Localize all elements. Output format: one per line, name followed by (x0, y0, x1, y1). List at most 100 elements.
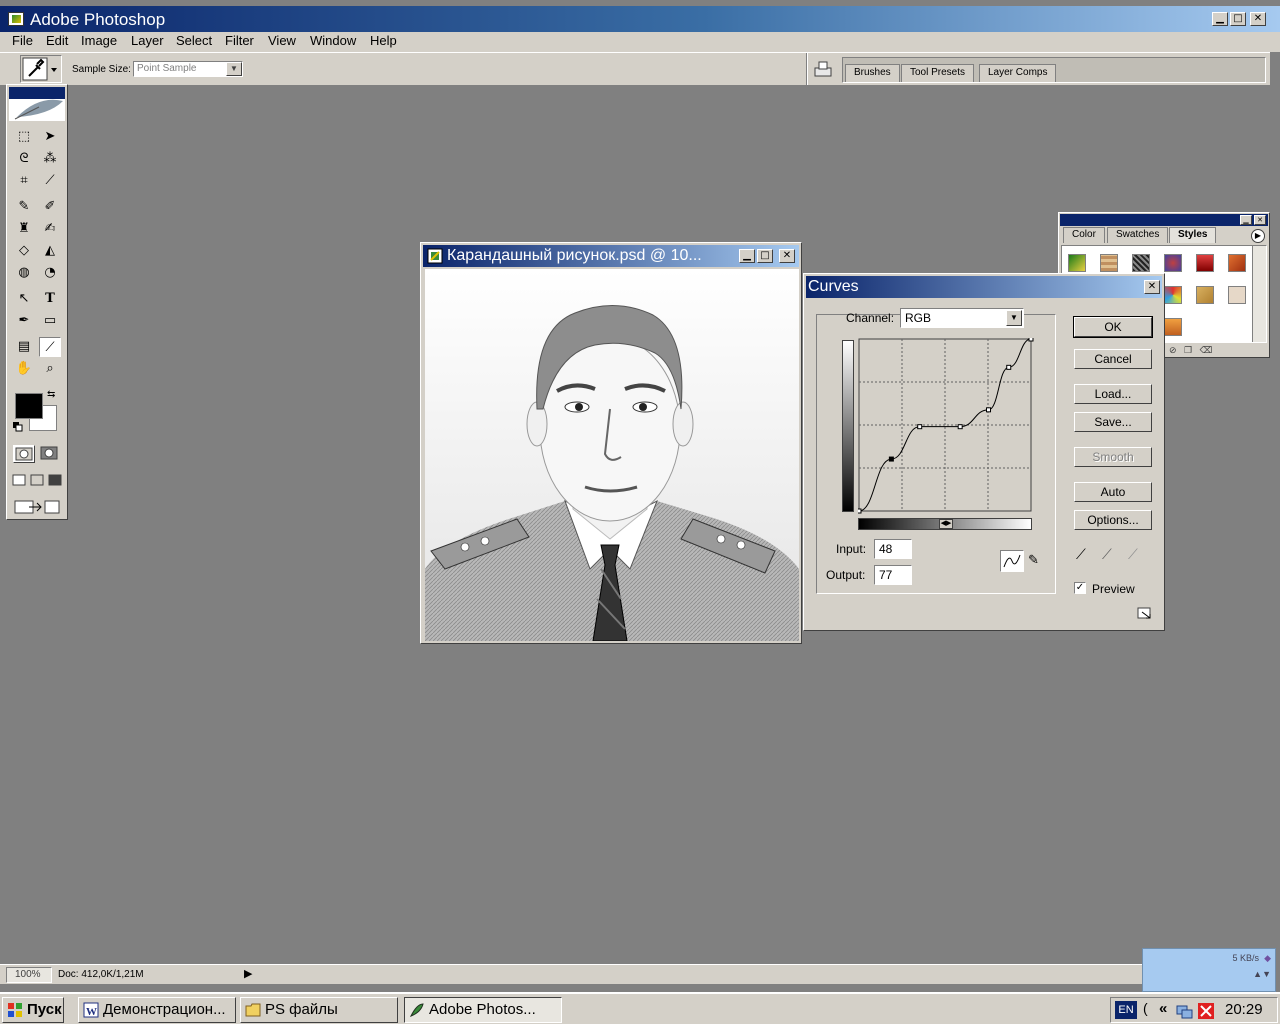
feather-logo-icon[interactable] (9, 87, 65, 121)
palette-tab-swatches[interactable]: Swatches (1107, 227, 1169, 243)
screen-mode-icons[interactable] (11, 473, 63, 489)
curve-control-point[interactable] (1028, 338, 1034, 342)
eyedropper-tool-icon[interactable]: ⟋ (39, 337, 61, 357)
slice-tool-icon[interactable]: ⟋ (39, 171, 61, 191)
pen-tool-icon[interactable]: ✒ (13, 311, 35, 331)
curves-dialog[interactable]: Curves ✕ Channel: RGB ▼ ◀▶ Input: 48 Out… (803, 273, 1165, 631)
style-swatch[interactable] (1068, 254, 1086, 272)
save-button[interactable]: Save... (1074, 412, 1152, 432)
clone-stamp-tool-icon[interactable]: ♜ (13, 219, 35, 239)
style-swatch[interactable] (1132, 254, 1150, 272)
menu-help[interactable]: Help (370, 33, 397, 48)
paint-bucket-tool-icon[interactable]: ◭ (39, 241, 61, 261)
style-swatch[interactable] (1164, 286, 1182, 304)
jump-to-imageready-icon[interactable] (13, 497, 63, 517)
curve-smooth-tool-icon[interactable] (1000, 550, 1024, 572)
blur-tool-icon[interactable]: ◍ (13, 263, 35, 283)
smooth-button[interactable]: Smooth (1074, 447, 1152, 467)
style-swatch[interactable] (1228, 286, 1246, 304)
rectangular-marquee-tool-icon[interactable]: ⬚ (13, 127, 35, 147)
palette-footer-icons[interactable]: ⊘ ❐ ⌫ (1169, 345, 1259, 357)
ok-button[interactable]: OK (1073, 316, 1153, 338)
black-point-eyedropper-icon[interactable]: ⟋ (1076, 546, 1096, 566)
menu-select[interactable]: Select (176, 33, 212, 48)
sample-size-select[interactable]: Point Sample ▼ (133, 61, 243, 77)
menu-image[interactable]: Image (81, 33, 117, 48)
preview-checkbox[interactable]: ✓ (1074, 582, 1086, 594)
palette-tab-color[interactable]: Color (1063, 227, 1105, 243)
document-title-bar[interactable]: Карандашный рисунок.psd @ 10... ▁ □ ✕ (423, 245, 799, 267)
style-swatch[interactable] (1164, 318, 1182, 336)
taskbar-item-word[interactable]: W Демонстрацион... (78, 997, 236, 1023)
notes-tool-icon[interactable]: ▤ (13, 337, 35, 357)
style-swatch[interactable] (1228, 254, 1246, 272)
curves-close-button[interactable]: ✕ (1144, 280, 1160, 294)
start-button[interactable]: Пуск (2, 997, 64, 1023)
white-point-eyedropper-icon[interactable]: ⟋ (1128, 546, 1148, 566)
options-button[interactable]: Options... (1074, 510, 1152, 530)
antivirus-tray-icon[interactable] (1197, 1002, 1215, 1020)
palette-title-bar[interactable]: ▁ ✕ (1060, 214, 1268, 226)
zoom-tool-icon[interactable]: ⌕ (39, 359, 61, 379)
palette-well-icon[interactable] (812, 59, 834, 79)
menu-view[interactable]: View (268, 33, 296, 48)
menu-filter[interactable]: Filter (225, 33, 254, 48)
menu-layer[interactable]: Layer (131, 33, 164, 48)
style-swatch[interactable] (1196, 254, 1214, 272)
eraser-tool-icon[interactable]: ◇ (13, 241, 35, 261)
language-indicator[interactable]: EN (1115, 1001, 1137, 1019)
cancel-button[interactable]: Cancel (1074, 349, 1152, 369)
hand-tool-icon[interactable]: ✋ (13, 359, 35, 379)
menu-edit[interactable]: Edit (46, 33, 68, 48)
network-tray-icon[interactable] (1175, 1002, 1193, 1020)
document-canvas[interactable] (425, 269, 799, 641)
brush-tool-icon[interactable]: ✐ (39, 197, 61, 217)
curves-title-bar[interactable]: Curves ✕ (806, 276, 1162, 298)
default-colors-icon[interactable] (13, 421, 23, 432)
palette-tab-styles[interactable]: Styles (1169, 227, 1217, 243)
document-close-button[interactable]: ✕ (779, 249, 795, 263)
styles-scrollbar[interactable] (1252, 246, 1266, 342)
taskbar-item-folder[interactable]: PS файлы (240, 997, 398, 1023)
taskbar-item-photoshop[interactable]: Adobe Photos... (404, 997, 562, 1023)
gradient-toggle-icon[interactable]: ◀▶ (939, 519, 953, 529)
output-field[interactable]: 77 (874, 565, 912, 585)
curve-control-point[interactable] (1006, 364, 1012, 370)
document-minimize-button[interactable]: ▁ (739, 249, 755, 263)
maximize-button[interactable]: □ (1230, 12, 1246, 26)
style-swatch[interactable] (1196, 286, 1214, 304)
expand-dialog-icon[interactable] (1136, 606, 1154, 622)
standard-mode-icon[interactable] (13, 445, 35, 463)
status-menu-arrow-icon[interactable]: ▶ (244, 967, 252, 980)
style-swatch[interactable] (1164, 254, 1182, 272)
curves-graph[interactable] (858, 338, 1034, 514)
swap-colors-icon[interactable]: ⇆ (47, 389, 55, 400)
show-hidden-icons-icon[interactable]: « (1159, 1000, 1167, 1017)
style-swatch[interactable] (1100, 254, 1118, 272)
curve-control-point[interactable] (888, 456, 894, 462)
menu-file[interactable]: File (12, 33, 33, 48)
minimize-button[interactable]: ▁ (1212, 12, 1228, 26)
magic-wand-tool-icon[interactable]: ⁂ (39, 149, 61, 169)
well-tab-layer-comps[interactable]: Layer Comps (979, 64, 1057, 82)
well-tab-brushes[interactable]: Brushes (845, 64, 900, 82)
dodge-tool-icon[interactable]: ◔ (39, 263, 61, 283)
curve-pencil-tool-icon[interactable]: ✎ (1028, 552, 1046, 572)
quick-mask-mode-icon[interactable] (39, 445, 61, 463)
well-tab-tool-presets[interactable]: Tool Presets (901, 64, 975, 82)
move-tool-icon[interactable]: ➤ (39, 127, 61, 147)
document-maximize-button[interactable]: □ (757, 249, 773, 263)
palette-menu-arrow-icon[interactable]: ▶ (1251, 229, 1265, 243)
auto-button[interactable]: Auto (1074, 482, 1152, 502)
gray-point-eyedropper-icon[interactable]: ⟋ (1102, 546, 1122, 566)
input-field[interactable]: 48 (874, 539, 912, 559)
curve-control-point[interactable] (917, 424, 923, 430)
document-window[interactable]: Карандашный рисунок.psd @ 10... ▁ □ ✕ (420, 242, 802, 644)
path-selection-tool-icon[interactable]: ↖ (13, 289, 35, 309)
curve-control-point[interactable] (986, 407, 992, 413)
tool-preset-picker[interactable] (20, 55, 62, 83)
menu-window[interactable]: Window (310, 33, 356, 48)
type-tool-icon[interactable]: T (39, 289, 61, 309)
crop-tool-icon[interactable]: ⌗ (13, 171, 35, 191)
palette-close-button[interactable]: ✕ (1254, 215, 1266, 225)
